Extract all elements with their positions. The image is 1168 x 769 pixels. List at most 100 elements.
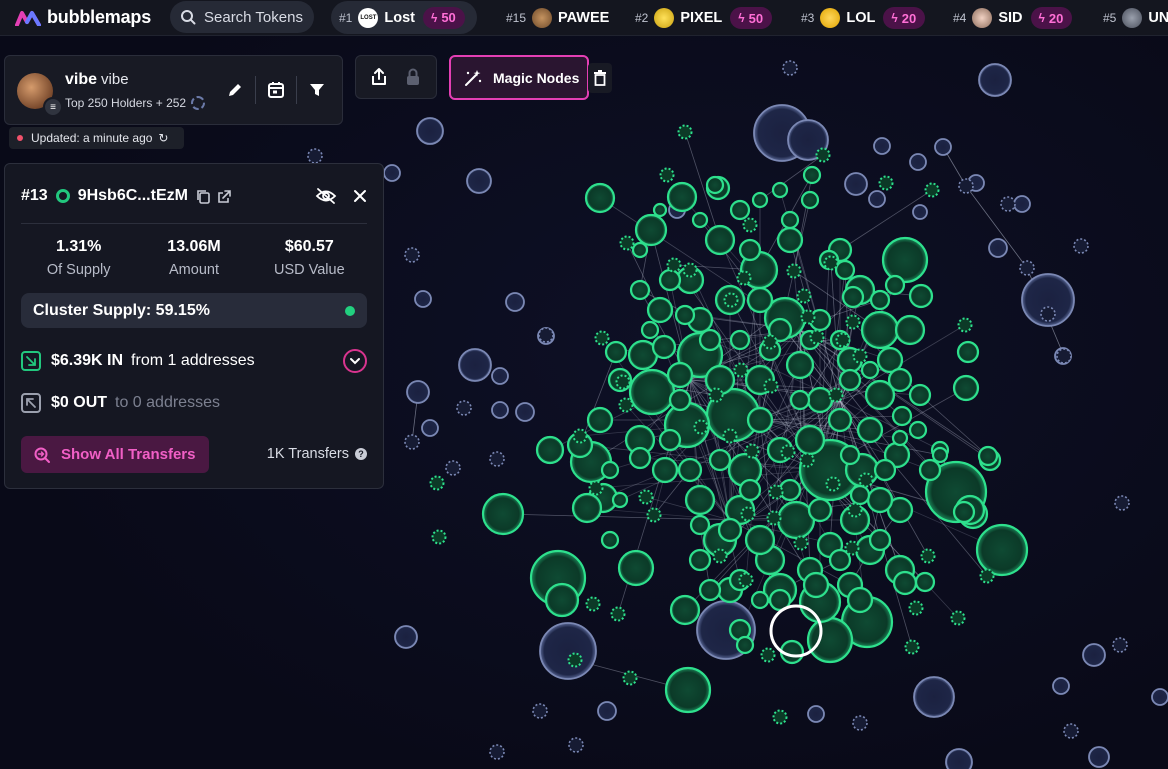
holder-bubble-cluster[interactable] [429, 475, 445, 491]
holder-bubble-cluster[interactable] [800, 309, 816, 325]
holder-bubble[interactable] [988, 238, 1008, 258]
holder-bubble-cluster[interactable] [873, 458, 897, 482]
holder-bubble-cluster[interactable] [619, 235, 635, 251]
holder-bubble[interactable] [568, 737, 584, 753]
holder-bubble[interactable] [1082, 643, 1106, 667]
holder-bubble[interactable] [505, 292, 525, 312]
holder-bubble-cluster[interactable] [766, 510, 782, 526]
holder-bubble-cluster[interactable] [793, 535, 809, 551]
holder-bubble-cluster[interactable] [738, 478, 762, 502]
holder-bubble[interactable] [394, 625, 418, 649]
holder-bubble-cluster[interactable] [838, 368, 862, 392]
holder-bubble-cluster[interactable] [892, 570, 918, 596]
holder-bubble-cluster[interactable] [652, 202, 668, 218]
holder-bubble-cluster[interactable] [594, 330, 610, 346]
holder-bubble-cluster[interactable] [887, 367, 913, 393]
holder-bubble[interactable] [406, 380, 430, 404]
holder-bubble-cluster[interactable] [746, 286, 774, 314]
holder-bubble-cluster[interactable] [674, 304, 696, 326]
holder-bubble-cluster[interactable] [823, 255, 839, 271]
holder-bubble-cluster[interactable] [708, 448, 732, 472]
holder-bubble-cluster[interactable] [845, 314, 861, 330]
holder-bubble-cluster[interactable] [846, 586, 874, 614]
logo[interactable]: bubblemaps [15, 7, 151, 28]
holder-bubble-cluster[interactable] [952, 374, 980, 402]
holders-subtitle[interactable]: Top 250 Holders + 252 [65, 96, 206, 110]
holder-bubble-cluster[interactable] [807, 497, 833, 523]
holder-bubble-cluster[interactable] [809, 329, 825, 345]
holder-bubble-cluster[interactable] [684, 484, 716, 516]
magic-nodes-button[interactable]: Magic Nodes [449, 55, 589, 100]
calendar-button[interactable] [263, 76, 289, 104]
show-all-transfers-button[interactable]: Show All Transfers [21, 436, 209, 473]
holder-bubble-cluster[interactable] [744, 524, 776, 556]
holder-bubble-cluster[interactable] [868, 528, 892, 552]
holder-bubble-cluster[interactable] [431, 529, 447, 545]
holder-bubble-cluster[interactable] [572, 428, 588, 444]
holder-bubble[interactable] [489, 744, 505, 760]
holder-bubble-cluster[interactable] [918, 458, 942, 482]
holder-bubble-cluster[interactable] [634, 213, 668, 247]
holder-bubble-cluster[interactable] [729, 199, 751, 221]
holder-bubble-cluster[interactable] [806, 386, 834, 414]
holder-bubble-cluster[interactable] [738, 238, 762, 262]
holder-bubble-cluster[interactable] [698, 328, 722, 352]
holder-bubble[interactable] [1063, 723, 1079, 739]
updated-status[interactable]: Updated: a minute ago ↻ [9, 127, 184, 149]
holder-bubble-cluster[interactable] [729, 329, 751, 351]
holder-bubble-cluster[interactable] [835, 332, 851, 348]
holder-bubble-cluster[interactable] [802, 571, 830, 599]
holder-bubble-cluster[interactable] [704, 224, 736, 256]
holder-bubble[interactable] [538, 327, 554, 343]
holder-bubble[interactable] [414, 290, 432, 308]
holder-bubble-cluster[interactable] [975, 523, 1029, 577]
holder-bubble-cluster[interactable] [646, 296, 674, 324]
holder-bubble-cluster[interactable] [742, 217, 758, 233]
holder-bubble-cluster[interactable] [796, 288, 812, 304]
holder-bubble[interactable] [1019, 260, 1035, 276]
inflow-row[interactable]: $6.39K IN from 1 addresses [21, 349, 367, 373]
holder-bubble[interactable] [416, 117, 444, 145]
holder-bubble-cluster[interactable] [908, 383, 932, 407]
holder-bubble-cluster[interactable] [847, 502, 863, 518]
holder-bubble-cluster[interactable] [866, 486, 894, 514]
holder-bubble-cluster[interactable] [904, 639, 920, 655]
holder-bubble-cluster[interactable] [806, 616, 854, 664]
holder-bubble-cluster[interactable] [628, 446, 652, 470]
holder-bubble[interactable] [404, 247, 420, 263]
trending-item-sid[interactable]: #4 SID ϟ 20 [953, 0, 1073, 36]
holder-bubble-cluster[interactable] [977, 445, 999, 467]
holder-bubble-cluster[interactable] [825, 476, 841, 492]
holder-bubble[interactable] [458, 348, 492, 382]
holder-bubble-cluster[interactable] [659, 167, 675, 183]
holder-bubble-cluster[interactable] [610, 606, 626, 622]
holder-bubble-cluster[interactable] [789, 389, 811, 411]
holder-bubble-cluster[interactable] [744, 443, 760, 459]
holder-bubble[interactable] [945, 748, 973, 769]
holder-bubble-cluster[interactable] [914, 571, 936, 593]
holder-bubble-cluster[interactable] [746, 406, 774, 434]
holder-bubble-cluster[interactable] [815, 147, 831, 163]
holder-bubble-cluster[interactable] [780, 210, 800, 230]
holder-bubble[interactable] [1088, 746, 1110, 768]
holder-bubble[interactable] [909, 153, 927, 171]
holder-bubble-cluster[interactable] [908, 283, 934, 309]
holder-bubble-cluster[interactable] [849, 484, 871, 506]
holder-bubble-cluster[interactable] [708, 387, 724, 403]
holder-bubble-cluster[interactable] [878, 175, 894, 191]
holder-bubble[interactable] [844, 172, 868, 196]
holder-bubble-cluster[interactable] [704, 364, 736, 396]
holder-bubble-cluster[interactable] [658, 428, 682, 452]
share-icon[interactable] [370, 67, 388, 87]
cluster-supply-row[interactable]: Cluster Supply: 59.15% [21, 293, 367, 328]
holder-bubble-cluster[interactable] [584, 182, 616, 214]
holder-bubble-cluster[interactable] [735, 635, 755, 655]
holder-bubble-cluster[interactable] [677, 124, 693, 140]
holder-bubble-cluster[interactable] [682, 262, 698, 278]
holder-bubble-cluster[interactable] [924, 182, 940, 198]
holder-bubble-cluster[interactable] [751, 191, 769, 209]
holder-bubble-cluster[interactable] [844, 540, 860, 556]
holder-bubble-cluster[interactable] [712, 548, 728, 564]
holder-bubble-cluster[interactable] [722, 428, 738, 444]
holder-bubble[interactable] [1040, 306, 1056, 322]
